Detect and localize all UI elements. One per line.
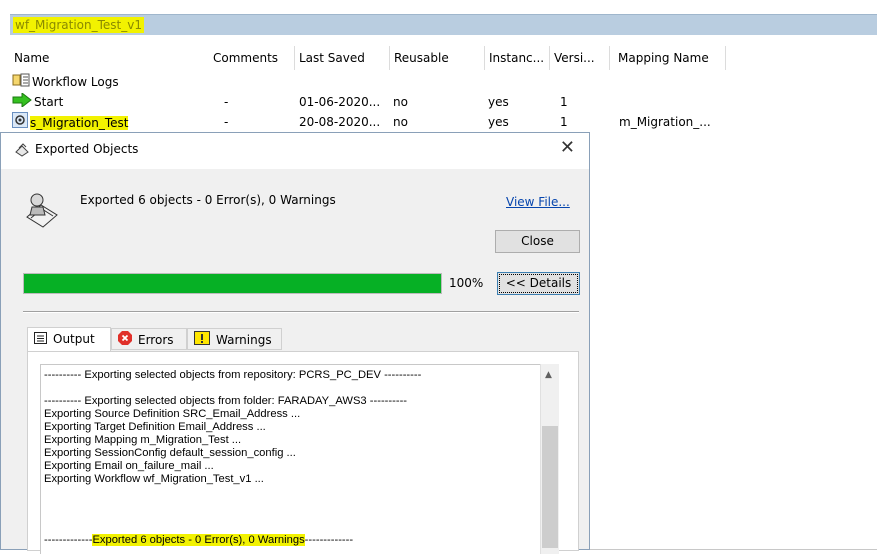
log-line: ---------- Exporting selected objects fr… [44,369,422,381]
tab-warnings[interactable]: Warnings [187,328,282,350]
column-header-last-saved[interactable]: Last Saved [295,46,390,70]
row-last-saved: 01-06-2020... [299,95,381,109]
column-header-name[interactable]: Name [10,46,209,70]
column-header-reusable[interactable]: Reusable [390,46,485,70]
table-row[interactable]: s_Migration_Test - 20-08-2020... no yes … [10,112,877,132]
log-final-prefix: ------------- [44,534,93,546]
output-panel: ---------- Exporting selected objects fr… [27,351,579,554]
row-mapping-name: m_Migration_... [619,115,711,129]
log-line: ---------- Exporting selected objects fr… [44,395,408,407]
row-version: 1 [560,115,568,129]
scroll-up-icon[interactable]: ▲ [545,370,552,380]
row-instance: yes [488,115,509,129]
progress-percent: 100% [449,276,484,290]
close-button-label: Close [521,234,554,248]
row-name: s_Migration_Test [30,115,129,130]
close-button[interactable]: Close [495,230,580,253]
start-arrow-icon [12,91,32,113]
view-file-link[interactable]: View File... [506,195,570,209]
column-header-row: Name Comments Last Saved Reusable Instan… [10,46,877,72]
row-name: Start [34,95,64,109]
row-reusable: no [393,95,408,109]
workflow-title-bar: wf_Migration_Test_v1 [10,14,877,35]
warning-icon [194,330,210,352]
dialog-title-bar: Exported Objects ✕ [1,133,589,169]
close-icon[interactable]: ✕ [560,137,575,158]
workflow-logs-icon [12,73,30,93]
tab-output-label: Output [53,332,95,346]
workflow-title: wf_Migration_Test_v1 [13,17,144,33]
scrollbar-thumb[interactable] [542,426,558,548]
table-row[interactable]: Workflow Logs [10,72,877,92]
table-row[interactable]: Start - 01-06-2020... no yes 1 [10,91,877,113]
error-icon [118,330,132,352]
row-reusable: no [393,115,408,129]
row-last-saved: 20-08-2020... [299,115,381,129]
tab-errors[interactable]: Errors [111,328,187,350]
log-final-suffix: ------------- [304,534,354,546]
log-line: Exporting Mapping m_Migration_Test ... [44,434,242,446]
row-comments: - [224,115,229,129]
export-summary: Exported 6 objects - 0 Error(s), 0 Warni… [80,193,336,207]
details-button-label: << Details [499,274,578,293]
column-header-instance[interactable]: Instanc... [485,46,550,70]
column-header-comments[interactable]: Comments [209,46,295,70]
log-line: Exporting Email on_failure_mail ... [44,460,214,472]
tab-output[interactable]: Output [27,327,111,351]
dialog-title: Exported Objects [35,142,139,156]
details-toggle-button[interactable]: << Details [497,272,580,295]
exported-objects-dialog: Exported Objects ✕ Exported 6 objects - … [0,132,590,554]
log-line: Exporting Target Definition Email_Addres… [44,421,266,433]
log-final-line: -------------Exported 6 objects - 0 Erro… [44,534,353,547]
row-name: Workflow Logs [32,75,119,89]
output-log[interactable]: ---------- Exporting selected objects fr… [40,364,540,554]
column-header-version[interactable]: Versi... [550,46,610,70]
output-icon [34,329,47,351]
tab-warnings-label: Warnings [216,333,272,347]
export-progress-bar [23,273,442,294]
session-gear-icon [12,112,28,134]
log-final-summary: Exported 6 objects - 0 Error(s), 0 Warni… [92,534,305,546]
log-line: Exporting SessionConfig default_session_… [44,447,296,459]
row-instance: yes [488,95,509,109]
export-icon [14,142,30,161]
row-comments: - [224,95,229,109]
log-scrollbar[interactable]: ▲ [540,364,559,554]
column-header-mapping-name[interactable]: Mapping Name [614,46,726,70]
log-line: Exporting Workflow wf_Migration_Test_v1 … [44,473,264,485]
dialog-divider [23,311,579,313]
progress-fill [24,274,441,293]
tab-errors-label: Errors [138,333,174,347]
log-line: Exporting Source Definition SRC_Email_Ad… [44,408,301,420]
row-version: 1 [560,95,568,109]
export-objects-icon [23,191,61,234]
